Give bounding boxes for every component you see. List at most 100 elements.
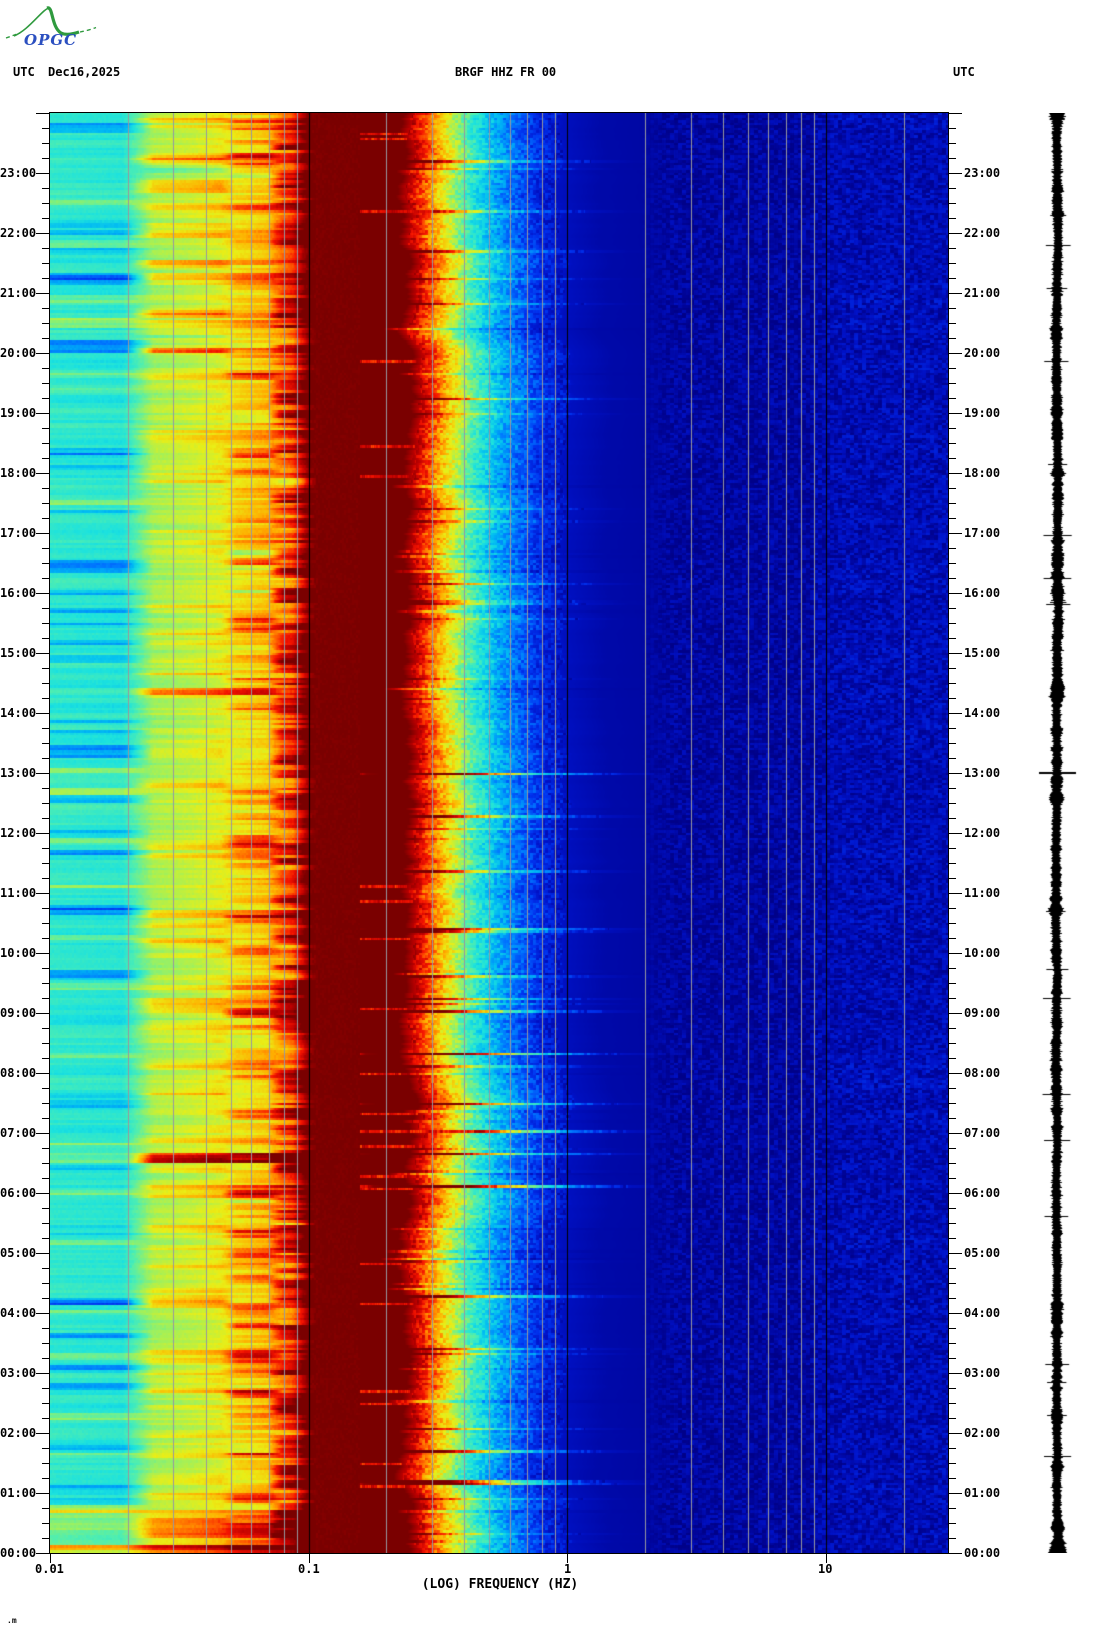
- y-major-tick: [949, 533, 962, 534]
- y-minor-tick: [42, 1328, 49, 1329]
- y-minor-tick: [949, 878, 956, 879]
- y-minor-tick: [42, 1223, 49, 1224]
- y-minor-tick: [949, 1103, 956, 1104]
- y-minor-tick: [949, 488, 956, 489]
- y-major-tick: [36, 893, 49, 894]
- y-minor-tick: [42, 818, 49, 819]
- y-minor-tick: [949, 728, 956, 729]
- y-major-tick: [949, 1493, 962, 1494]
- y-minor-tick: [42, 878, 49, 879]
- y-major-tick: [949, 113, 962, 114]
- y-major-tick: [949, 473, 962, 474]
- y-major-tick: [949, 173, 962, 174]
- y-minor-tick: [42, 1283, 49, 1284]
- y-minor-tick: [42, 1088, 49, 1089]
- y-hour-label-right: 12:00: [964, 826, 1001, 840]
- y-major-tick: [949, 1013, 962, 1014]
- y-minor-tick: [42, 338, 49, 339]
- y-minor-tick: [42, 683, 49, 684]
- y-hour-label-right: 19:00: [964, 406, 1001, 420]
- y-minor-tick: [42, 1538, 49, 1539]
- y-minor-tick: [42, 263, 49, 264]
- y-minor-tick: [949, 428, 956, 429]
- y-hour-label-right: 16:00: [964, 586, 1001, 600]
- y-minor-tick: [42, 248, 49, 249]
- y-minor-tick: [42, 488, 49, 489]
- y-minor-tick: [949, 1523, 956, 1524]
- y-minor-tick: [42, 458, 49, 459]
- y-minor-tick: [42, 968, 49, 969]
- y-hour-label-left: 20:00: [0, 346, 37, 360]
- y-minor-tick: [42, 938, 49, 939]
- y-minor-tick: [949, 863, 956, 864]
- page: { "header": { "utc_label_left": "UTC", "…: [0, 0, 1102, 1634]
- y-minor-tick: [949, 1163, 956, 1164]
- utc-label-left: UTC: [13, 65, 35, 79]
- y-major-tick: [949, 593, 962, 594]
- y-minor-tick: [42, 383, 49, 384]
- y-hour-label-left: 16:00: [0, 586, 37, 600]
- y-minor-tick: [42, 308, 49, 309]
- y-hour-label-right: 13:00: [964, 766, 1001, 780]
- y-hour-label-right: 03:00: [964, 1366, 1001, 1380]
- y-major-tick: [36, 773, 49, 774]
- y-minor-tick: [949, 548, 956, 549]
- y-minor-tick: [949, 698, 956, 699]
- opgc-logo-text: OPGC: [24, 31, 77, 49]
- y-minor-tick: [949, 1208, 956, 1209]
- y-minor-tick: [949, 1403, 956, 1404]
- y-minor-tick: [949, 818, 956, 819]
- y-hour-label-right: 21:00: [964, 286, 1001, 300]
- y-major-tick: [36, 1553, 49, 1554]
- y-major-tick: [949, 413, 962, 414]
- y-major-tick: [36, 1133, 49, 1134]
- y-minor-tick: [42, 1523, 49, 1524]
- logo-dash-right: [79, 26, 97, 33]
- y-hour-label-left: 19:00: [0, 406, 37, 420]
- y-minor-tick: [42, 923, 49, 924]
- y-major-tick: [36, 1493, 49, 1494]
- y-minor-tick: [949, 968, 956, 969]
- y-hour-label-left: 11:00: [0, 886, 37, 900]
- y-major-tick: [949, 353, 962, 354]
- y-minor-tick: [949, 623, 956, 624]
- y-minor-tick: [42, 428, 49, 429]
- y-minor-tick: [949, 758, 956, 759]
- y-minor-tick: [949, 443, 956, 444]
- y-major-tick: [36, 533, 49, 534]
- y-major-tick: [36, 1373, 49, 1374]
- y-minor-tick: [949, 998, 956, 999]
- y-minor-tick: [949, 1298, 956, 1299]
- y-minor-tick: [949, 158, 956, 159]
- y-hour-label-right: 08:00: [964, 1066, 1001, 1080]
- y-minor-tick: [949, 323, 956, 324]
- y-minor-tick: [42, 668, 49, 669]
- y-minor-tick: [949, 503, 956, 504]
- y-major-tick: [949, 1313, 962, 1314]
- y-hour-label-left: 07:00: [0, 1126, 37, 1140]
- y-major-tick: [949, 713, 962, 714]
- y-minor-tick: [42, 998, 49, 999]
- y-hour-label-left: 01:00: [0, 1486, 37, 1500]
- y-minor-tick: [42, 143, 49, 144]
- y-minor-tick: [949, 668, 956, 669]
- y-major-tick: [949, 1553, 962, 1554]
- y-minor-tick: [949, 338, 956, 339]
- y-minor-tick: [949, 308, 956, 309]
- y-minor-tick: [949, 908, 956, 909]
- y-minor-tick: [42, 158, 49, 159]
- y-hour-label-right: 05:00: [964, 1246, 1001, 1260]
- y-minor-tick: [42, 278, 49, 279]
- y-hour-label-left: 13:00: [0, 766, 37, 780]
- y-hour-label-left: 23:00: [0, 166, 37, 180]
- y-hour-label-right: 02:00: [964, 1426, 1001, 1440]
- y-hour-label-left: 15:00: [0, 646, 37, 660]
- y-minor-tick: [949, 143, 956, 144]
- y-minor-tick: [949, 1088, 956, 1089]
- utc-label-right: UTC: [953, 65, 975, 79]
- y-minor-tick: [42, 188, 49, 189]
- y-minor-tick: [42, 1238, 49, 1239]
- y-hour-label-right: 01:00: [964, 1486, 1001, 1500]
- y-minor-tick: [42, 608, 49, 609]
- y-minor-tick: [42, 728, 49, 729]
